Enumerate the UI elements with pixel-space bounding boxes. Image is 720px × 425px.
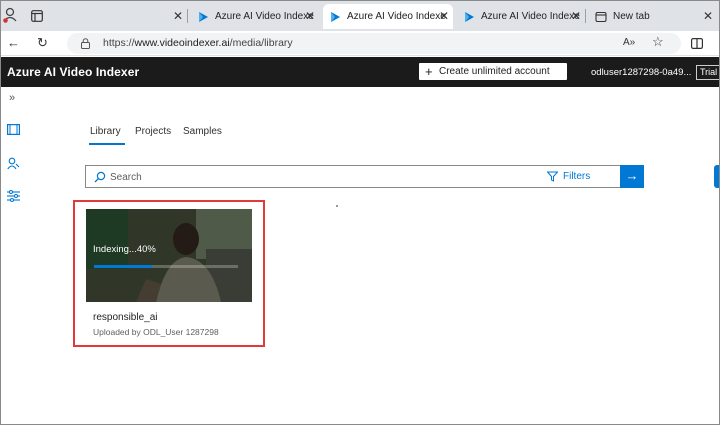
indexing-progress-bar <box>94 265 238 268</box>
trial-badge: Trial <box>696 65 719 80</box>
browser-tab-5[interactable]: New tab ✕ <box>589 4 717 29</box>
close-tab-icon[interactable]: ✕ <box>703 9 713 23</box>
people-customization-icon[interactable] <box>7 157 20 170</box>
browser-tab-3-active[interactable]: Azure AI Video Indexe ✕ <box>323 4 453 29</box>
url-path: /media/library <box>229 37 293 49</box>
expand-chevron-icon[interactable]: » <box>9 92 15 104</box>
read-aloud-icon[interactable]: A» <box>623 37 635 48</box>
refresh-icon[interactable]: ↻ <box>37 35 48 51</box>
video-indexer-favicon-icon <box>199 11 208 22</box>
tab-label: Azure AI Video Indexe <box>215 11 314 22</box>
search-submit-button[interactable]: → <box>620 165 644 188</box>
indexing-status: Indexing...40% <box>93 244 156 255</box>
url-host: www.videoindexer.ai <box>134 37 230 49</box>
close-tab-icon[interactable]: ✕ <box>173 9 183 23</box>
close-tab-icon[interactable]: ✕ <box>571 9 581 23</box>
workspaces-icon[interactable] <box>31 10 43 22</box>
media-library-icon[interactable] <box>7 124 20 135</box>
search-input[interactable]: Search <box>110 172 142 183</box>
filters-button[interactable]: Filters <box>547 171 591 182</box>
video-indexer-favicon-icon <box>465 11 474 22</box>
filter-funnel-icon <box>547 171 558 182</box>
browser-window: ✕ Azure AI Video Indexe ✕ Azure AI Video… <box>0 0 720 425</box>
browser-tab-2[interactable]: Azure AI Video Indexe ✕ <box>191 4 319 29</box>
loading-dot <box>336 205 338 207</box>
user-account[interactable]: odluser1287298-0a49... <box>591 67 691 78</box>
favorite-star-icon[interactable]: ☆ <box>652 34 664 50</box>
uploaded-by: Uploaded by ODL_User 1287298 <box>93 327 219 337</box>
profile-icon[interactable] <box>3 7 17 23</box>
browser-tab-strip: ✕ Azure AI Video Indexe ✕ Azure AI Video… <box>1 1 719 31</box>
tab-label: New tab <box>613 11 650 22</box>
active-tab-underline <box>89 143 125 145</box>
close-tab-icon[interactable]: ✕ <box>439 9 449 23</box>
filters-label: Filters <box>563 171 591 182</box>
create-account-label: Create unlimited account <box>439 66 550 77</box>
tab-library[interactable]: Library <box>90 126 121 137</box>
arrow-right-icon: → <box>625 168 639 183</box>
settings-sliders-icon[interactable] <box>7 190 20 202</box>
search-box[interactable]: Search <box>85 165 621 188</box>
split-screen-icon[interactable] <box>691 38 703 49</box>
create-unlimited-account-button[interactable]: + Create unlimited account <box>419 63 567 80</box>
video-indexer-favicon-icon <box>331 11 340 22</box>
plus-icon: + <box>425 64 433 79</box>
tab-label <box>69 11 169 23</box>
app-title[interactable]: Azure AI Video Indexer <box>7 65 139 79</box>
progress-fill <box>94 265 152 268</box>
back-arrow-icon[interactable]: ← <box>7 35 20 50</box>
video-name[interactable]: responsible_ai <box>93 312 158 323</box>
tab-projects[interactable]: Projects <box>135 126 171 137</box>
left-nav-rail: » <box>1 87 25 424</box>
search-icon <box>94 171 106 183</box>
url-prefix: https:// <box>103 37 135 49</box>
tab-samples[interactable]: Samples <box>183 126 222 137</box>
close-tab-icon[interactable]: ✕ <box>305 9 315 23</box>
side-panel-toggle[interactable] <box>714 165 719 188</box>
tab-label: Azure AI Video Indexe <box>481 11 580 22</box>
browser-tab-4[interactable]: Azure AI Video Indexe ✕ <box>457 4 586 29</box>
browser-tab-1[interactable]: ✕ <box>63 4 188 29</box>
new-tab-page-icon <box>595 11 607 22</box>
lock-icon <box>81 38 90 49</box>
url-field[interactable]: https://www.videoindexer.ai/media/librar… <box>67 33 681 54</box>
video-thumbnail[interactable] <box>86 209 252 302</box>
address-bar-row: ← ↻ https://www.videoindexer.ai/media/li… <box>1 31 719 56</box>
tab-label: Azure AI Video Indexe <box>347 11 446 22</box>
thumbnail-image <box>86 209 252 302</box>
